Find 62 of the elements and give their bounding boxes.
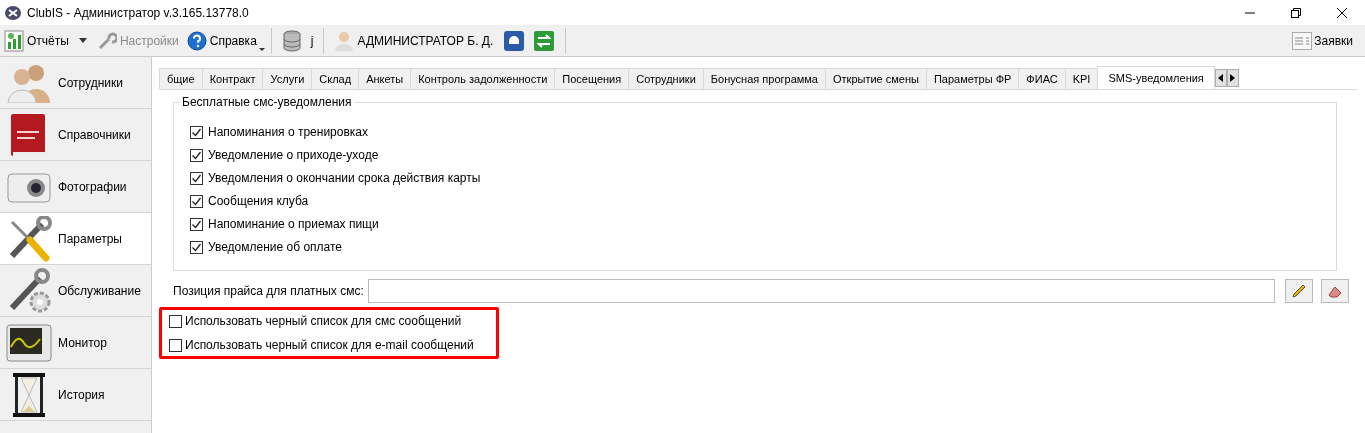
pencil-icon — [1291, 283, 1307, 299]
checkbox[interactable] — [190, 171, 203, 185]
tab[interactable]: SMS-уведомления — [1097, 66, 1215, 89]
tab[interactable]: Услуги — [262, 68, 313, 89]
checkbox[interactable] — [169, 314, 182, 328]
toolbar-button[interactable]: АДМИНИСТРАТОР Б. Д. — [330, 26, 498, 55]
group-title: Бесплатные смс-уведомления — [180, 95, 354, 109]
tab[interactable]: Бонусная программа — [702, 68, 826, 89]
checkbox-label: Напоминания о тренировках — [208, 124, 369, 141]
switch-arrows-icon[interactable] — [533, 29, 556, 52]
sidebar-item[interactable]: Обслуживание — [0, 265, 151, 317]
checkbox[interactable] — [190, 217, 203, 231]
checkbox[interactable] — [190, 148, 203, 162]
hourglass-icon — [11, 371, 47, 418]
tab[interactable]: KPI — [1064, 68, 1099, 89]
people-icon — [6, 62, 52, 103]
toolbar-button[interactable]: j — [277, 26, 318, 55]
tab[interactable]: Сотрудники — [628, 68, 704, 89]
checkbox-label: Использовать черный список для смс сообщений — [185, 313, 462, 330]
sidebar-item[interactable]: Параметры — [0, 213, 151, 265]
price-position-field[interactable] — [367, 279, 1275, 303]
left-triangle-icon — [1218, 74, 1224, 82]
field-label: Позиция прайса для платных смс: — [173, 283, 364, 300]
monitor-icon — [6, 322, 52, 363]
tab[interactable]: Склад — [311, 68, 360, 89]
checkbox[interactable] — [169, 338, 182, 352]
toolbar-button[interactable]: Отчёты — [0, 26, 73, 55]
database-icon — [281, 29, 302, 52]
checkbox[interactable] — [190, 125, 203, 139]
user-icon — [334, 29, 355, 52]
tab[interactable]: бщие — [159, 68, 203, 89]
checkbox-label: Уведомление об оплате — [208, 239, 343, 256]
clear-button[interactable] — [1321, 279, 1349, 303]
window-title: ClubIS - Администратор v.3.165.13778.0 — [27, 4, 249, 22]
checkbox-label: Напоминание о приемах пищи — [208, 216, 379, 233]
help-icon — [186, 30, 207, 51]
restore-icon — [1291, 7, 1301, 18]
lock-icon[interactable] — [503, 29, 526, 52]
edit-button[interactable] — [1285, 279, 1313, 303]
tab[interactable]: Контроль задолженности — [410, 68, 556, 89]
dropdown-arrow-icon[interactable] — [78, 38, 87, 43]
list-icon — [1292, 31, 1313, 50]
requests-button[interactable]: Заявки — [1292, 31, 1353, 50]
checkbox-label: Уведомления о окончании срока действия карты — [208, 170, 481, 187]
tab[interactable]: ФИАС — [1018, 68, 1066, 89]
tab[interactable]: Анкеты — [358, 68, 412, 89]
checkbox-label: Уведомление о приходе-уходе — [208, 147, 379, 164]
app-icon — [5, 5, 21, 20]
tab[interactable]: Параметры ФР — [925, 68, 1020, 89]
close-icon — [1337, 7, 1347, 18]
wrench-icon — [96, 30, 117, 51]
checkbox-label: Сообщения клуба — [208, 193, 309, 210]
right-triangle-icon — [1230, 74, 1236, 82]
tab[interactable]: Открытие смены — [825, 68, 927, 89]
checkbox[interactable] — [190, 194, 203, 208]
tab[interactable]: Контракт — [201, 68, 264, 89]
checkbox-label: Использовать черный список для e-mail сообщений — [185, 337, 474, 354]
checkbox[interactable] — [190, 240, 203, 254]
tab[interactable]: Посещения — [554, 68, 630, 89]
caret-icon[interactable] — [258, 48, 265, 51]
toolbar-button[interactable]: Справка — [182, 26, 261, 55]
bar-chart-icon — [4, 29, 24, 52]
